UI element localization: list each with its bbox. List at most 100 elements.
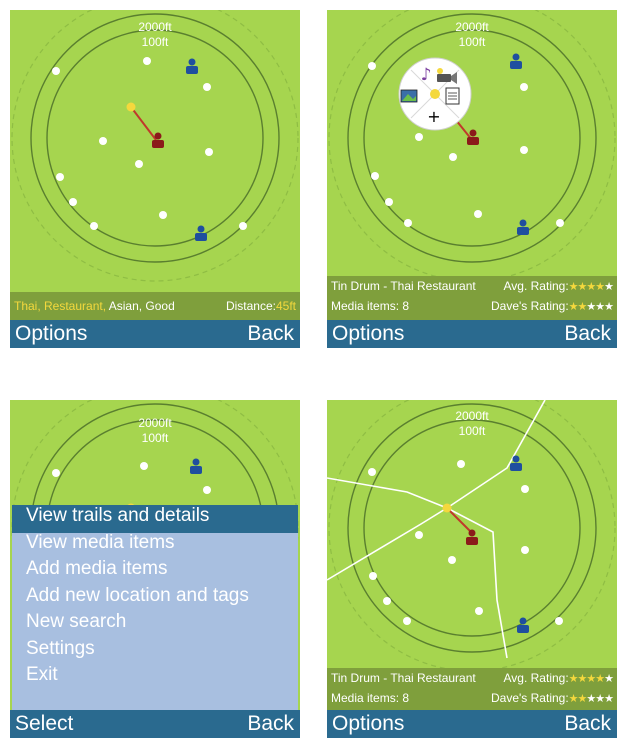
document-icon[interactable] (445, 87, 460, 105)
daves-rating: Dave's Rating:★★★★★ (491, 691, 614, 705)
trail-path[interactable] (327, 507, 448, 581)
place-dot[interactable] (404, 219, 412, 227)
radar-graphic: 2000ft 100ft (327, 400, 616, 672)
radar-view: 2000ft 100ft (327, 400, 617, 710)
place-dot[interactable] (415, 133, 423, 141)
radial-media-menu: ♪ + (398, 57, 472, 131)
avg-rating-stars: ★★★★★ (568, 673, 614, 685)
menu-item-exit[interactable]: Exit (26, 664, 58, 690)
back-softkey[interactable]: Back (564, 712, 611, 736)
place-dot[interactable] (556, 219, 564, 227)
place-dot[interactable] (475, 607, 483, 615)
friend-marker-icon[interactable] (186, 58, 198, 75)
radar-outer-label: 2000ft (455, 409, 489, 423)
daves-rating-stars: ★★★★★ (568, 301, 614, 313)
place-dot[interactable] (203, 486, 211, 494)
trail-path[interactable] (327, 477, 448, 509)
daves-rating: Dave's Rating:★★★★★ (491, 299, 614, 313)
self-marker-icon (466, 529, 478, 545)
radar-view: 2000ft 100ft (327, 10, 617, 320)
place-dot[interactable] (135, 160, 143, 168)
self-marker-icon (467, 129, 479, 145)
selected-place-dot[interactable] (442, 503, 452, 513)
phone-screen-radar: 2000ft 100ft Thai, Restaurant, Asian, Go… (10, 10, 300, 348)
place-dot[interactable] (52, 67, 60, 75)
place-dot[interactable] (56, 173, 64, 181)
menu-item-add-media-items[interactable]: Add media items (26, 558, 168, 584)
place-dot[interactable] (521, 546, 529, 554)
place-dot[interactable] (205, 148, 213, 156)
place-dot[interactable] (369, 572, 377, 580)
radar-graphic: 2000ft 100ft (11, 10, 299, 282)
radar-outer-ring (347, 403, 597, 653)
options-softkey[interactable]: Options (332, 712, 404, 736)
place-dot[interactable] (403, 617, 411, 625)
place-tags: Thai, Restaurant, Asian, Good (14, 299, 175, 313)
place-dot[interactable] (368, 62, 376, 70)
radar-view: 2000ft 100ft View trails and details Vie… (10, 400, 300, 710)
selected-place-dot[interactable] (126, 102, 136, 112)
place-dot[interactable] (69, 198, 77, 206)
place-dot[interactable] (474, 210, 482, 218)
menu-item-new-search[interactable]: New search (26, 611, 126, 637)
radar-inner-label: 100ft (459, 424, 486, 438)
place-dot[interactable] (449, 153, 457, 161)
radar-inner-label: 100ft (459, 35, 486, 49)
place-dot[interactable] (520, 146, 528, 154)
music-icon[interactable]: ♪ (421, 65, 432, 85)
place-dot[interactable] (159, 211, 167, 219)
softkey-bar: Options Back (327, 320, 617, 348)
place-dot[interactable] (520, 83, 528, 91)
back-softkey[interactable]: Back (564, 322, 611, 346)
place-dot[interactable] (415, 531, 423, 539)
softkey-bar: Options Back (327, 710, 617, 738)
menu-item-view-trails-and-details[interactable]: View trails and details (26, 505, 209, 531)
media-info-bar: Media items: 8 Dave's Rating:★★★★★ (327, 688, 617, 710)
friend-marker-icon[interactable] (190, 458, 202, 475)
options-softkey[interactable]: Options (332, 322, 404, 346)
radar-view: 2000ft 100ft (10, 10, 300, 320)
place-dot[interactable] (99, 137, 107, 145)
place-dot[interactable] (140, 462, 148, 470)
image-icon[interactable] (400, 89, 418, 103)
softkey-bar: Options Back (10, 320, 300, 348)
back-softkey[interactable]: Back (247, 712, 294, 736)
radar-inner-label: 100ft (142, 431, 169, 445)
place-dot[interactable] (555, 617, 563, 625)
media-items-count: Media items: 8 (331, 691, 410, 705)
place-dot[interactable] (385, 198, 393, 206)
place-name: Tin Drum - Thai Restaurant (331, 671, 476, 685)
place-dot[interactable] (383, 597, 391, 605)
phone-screen-options-menu: 2000ft 100ft View trails and details Vie… (10, 400, 300, 738)
radar-outer-label: 2000ft (138, 416, 172, 430)
place-dot[interactable] (448, 556, 456, 564)
place-info-bar: Tin Drum - Thai Restaurant Avg. Rating:★… (327, 668, 617, 688)
place-tags-bar: Thai, Restaurant, Asian, Good Distance:4… (10, 292, 300, 320)
selected-place-dot[interactable] (430, 89, 440, 99)
options-softkey[interactable]: Options (15, 322, 87, 346)
menu-item-add-new-location-and-tags[interactable]: Add new location and tags (26, 585, 249, 611)
place-dot[interactable] (203, 83, 211, 91)
place-dot[interactable] (457, 460, 465, 468)
menu-item-view-media-items[interactable]: View media items (26, 532, 175, 558)
place-dot[interactable] (52, 469, 60, 477)
phone-screen-trails: 2000ft 100ft Tin Drum - Thai Restaurant … (327, 400, 617, 738)
phone-screen-radial-menu: 2000ft 100ft ♪ + Tin Drum - Thai Restaur… (327, 10, 617, 348)
place-info-bar: Tin Drum - Thai Restaurant Avg. Rating:★… (327, 276, 617, 296)
friend-marker-icon[interactable] (510, 53, 522, 70)
place-dot[interactable] (368, 468, 376, 476)
add-icon[interactable]: + (427, 107, 440, 126)
place-dot[interactable] (371, 172, 379, 180)
menu-item-settings[interactable]: Settings (26, 638, 95, 664)
select-softkey[interactable]: Select (15, 712, 73, 736)
back-softkey[interactable]: Back (247, 322, 294, 346)
place-dot[interactable] (239, 222, 247, 230)
friend-marker-icon[interactable] (517, 219, 529, 236)
friend-marker-icon[interactable] (195, 225, 207, 242)
trail-paths (327, 400, 546, 659)
friend-marker-icon[interactable] (517, 617, 529, 634)
place-dot[interactable] (521, 485, 529, 493)
place-dots (52, 462, 211, 494)
place-dot[interactable] (143, 57, 151, 65)
place-dot[interactable] (90, 222, 98, 230)
